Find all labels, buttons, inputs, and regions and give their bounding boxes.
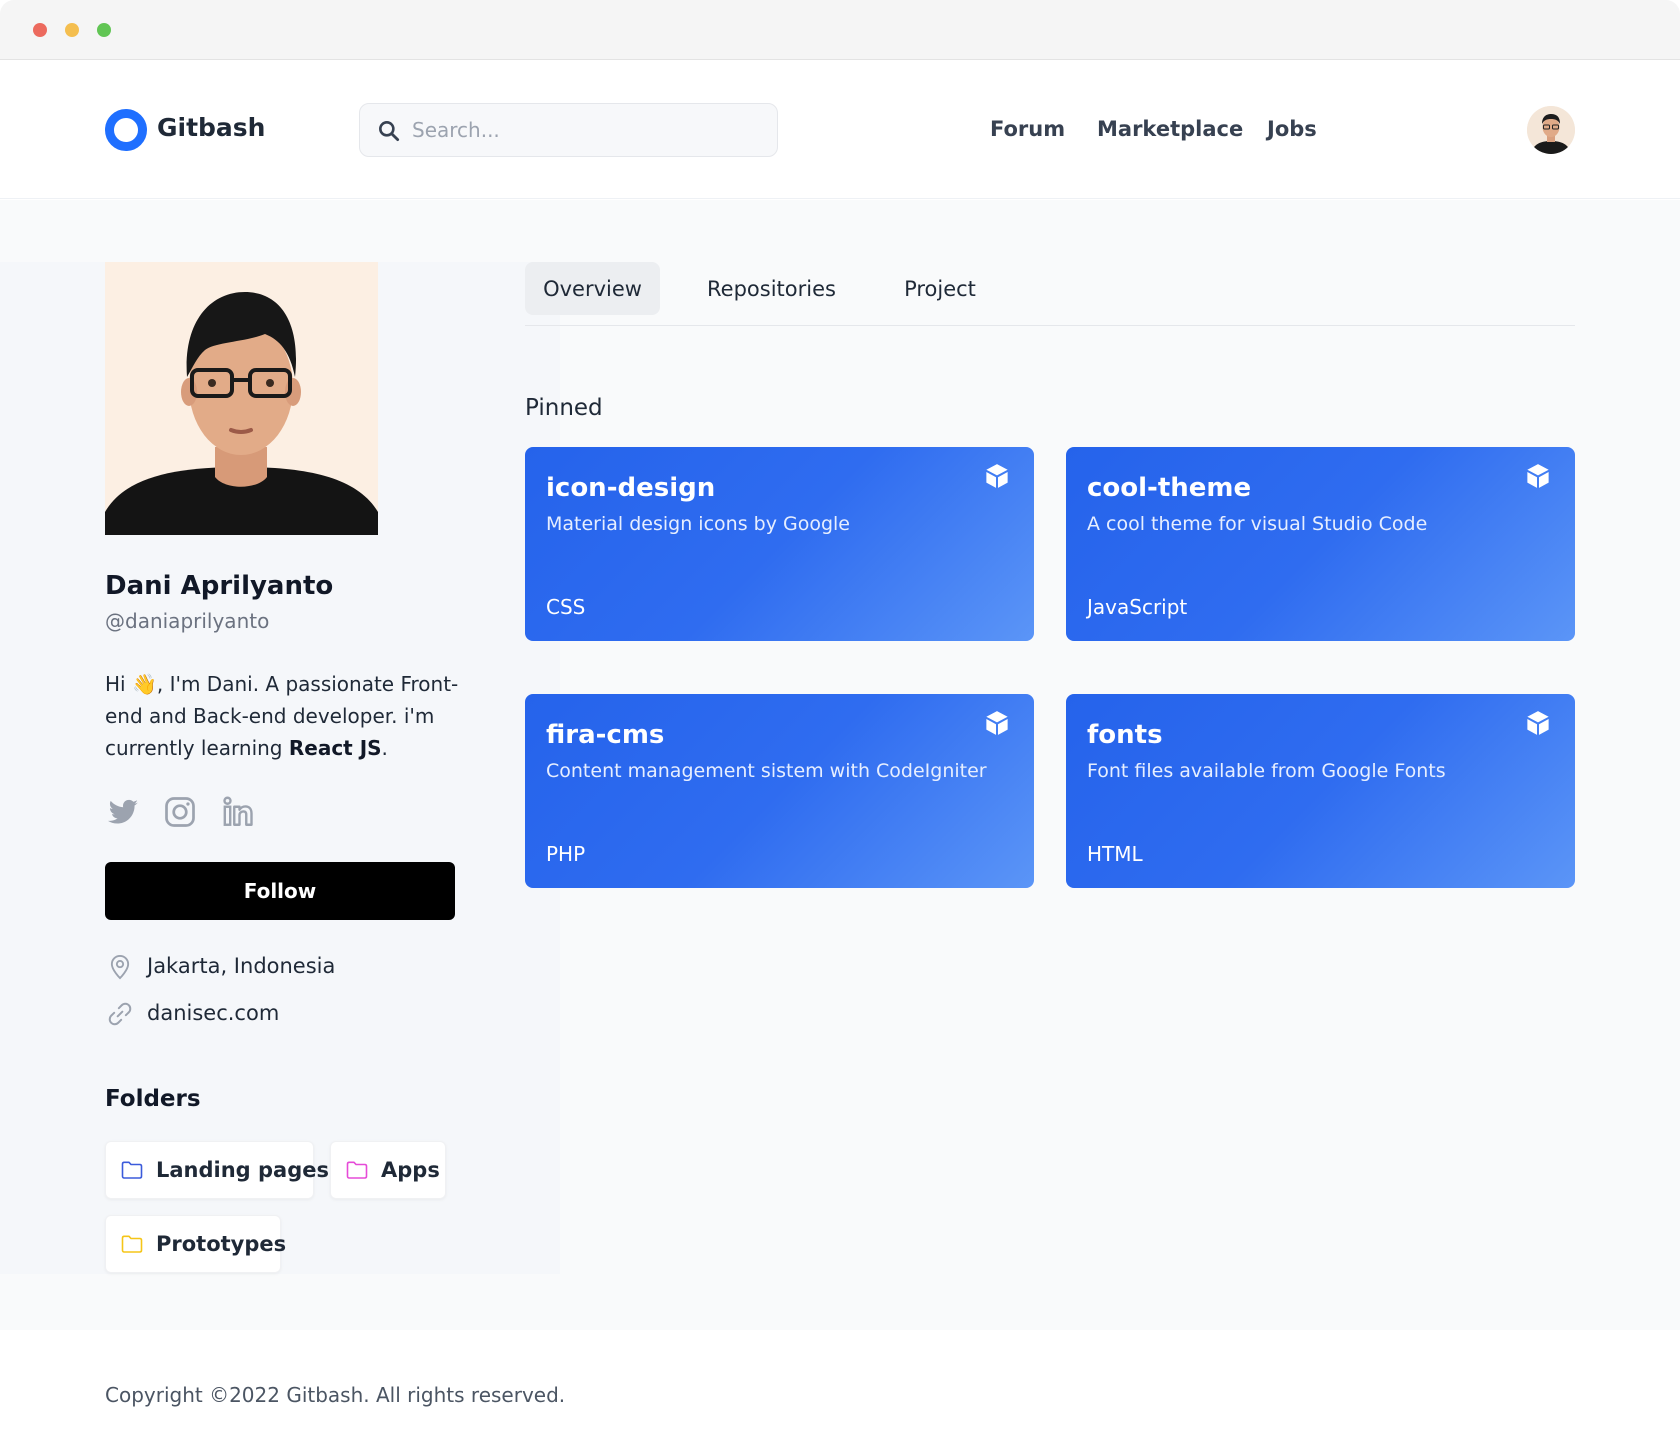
folder-icon [346, 1161, 368, 1179]
repo-name: icon-design [546, 473, 716, 503]
avatar-portrait [1527, 106, 1575, 154]
repo-language: PHP [546, 842, 586, 866]
repo-card-fonts[interactable]: fonts Font files available from Google F… [1066, 694, 1575, 888]
repo-card-cool-theme[interactable]: cool-theme A cool theme for visual Studi… [1066, 447, 1575, 641]
repo-card-icon-design[interactable]: icon-design Material design icons by Goo… [525, 447, 1034, 641]
logo-text[interactable]: Gitbash [157, 113, 265, 142]
tab-project[interactable]: Project [892, 262, 988, 315]
folder-prototypes[interactable]: Prototypes [105, 1215, 286, 1273]
linkedin-icon[interactable] [220, 794, 256, 830]
link-icon [108, 1002, 132, 1026]
repo-description: Content management sistem with CodeIgnit… [546, 760, 987, 782]
repo-name: fira-cms [546, 720, 665, 750]
window-titlebar [0, 0, 1680, 60]
pinned-heading: Pinned [525, 395, 603, 421]
profile-website-link[interactable]: danisec.com [147, 1001, 279, 1025]
repo-description: Font files available from Google Fonts [1087, 760, 1446, 782]
cube-icon [986, 464, 1008, 488]
bio-highlight: React JS [288, 736, 382, 760]
nav-jobs-link[interactable]: Jobs [1267, 117, 1317, 141]
repo-name: fonts [1087, 720, 1163, 750]
repo-language: CSS [546, 595, 586, 619]
bio-text: , I'm Dani. A passionate Front-end and B… [105, 672, 459, 760]
search-box[interactable] [359, 103, 778, 157]
search-icon [379, 121, 400, 142]
close-window-button[interactable] [33, 23, 47, 37]
folder-icon [121, 1235, 143, 1253]
logo-icon[interactable] [105, 109, 147, 151]
profile-location: Jakarta, Indonesia [147, 954, 336, 978]
repo-language: HTML [1087, 842, 1143, 866]
nav-marketplace-link[interactable]: Marketplace [1097, 117, 1243, 141]
repo-description: A cool theme for visual Studio Code [1087, 513, 1428, 535]
folder-label: Prototypes [156, 1232, 287, 1256]
minimize-window-button[interactable] [65, 23, 79, 37]
waving-hand-emoji: 👋 [131, 672, 157, 696]
profile-portrait [105, 262, 378, 535]
footer-copyright: Copyright ©2022 Gitbash. All rights rese… [105, 1383, 566, 1407]
repo-language: JavaScript [1087, 595, 1188, 619]
folder-label: Apps [381, 1158, 440, 1182]
folder-apps[interactable]: Apps [330, 1141, 446, 1199]
folder-landing-pages[interactable]: Landing pages [105, 1141, 329, 1199]
repo-card-fira-cms[interactable]: fira-cms Content management sistem with … [525, 694, 1034, 888]
profile-name: Dani Aprilyanto [105, 571, 334, 601]
profile-handle: @daniaprilyanto [105, 609, 270, 633]
cube-icon [1527, 464, 1549, 488]
tab-overview[interactable]: Overview [525, 262, 660, 315]
repo-description: Material design icons by Google [546, 513, 850, 535]
folder-icon [121, 1161, 143, 1179]
profile-bio: Hi 👋, I'm Dani. A passionate Front-end a… [105, 668, 465, 764]
location-pin-icon [110, 954, 130, 980]
bio-suffix: . [381, 736, 388, 760]
cube-icon [986, 711, 1008, 735]
user-avatar[interactable] [1527, 106, 1575, 154]
search-input[interactable] [412, 112, 762, 148]
maximize-window-button[interactable] [97, 23, 111, 37]
bio-prefix: Hi [105, 672, 132, 696]
instagram-icon[interactable] [162, 794, 198, 830]
profile-photo [105, 262, 378, 535]
folder-label: Landing pages [156, 1158, 330, 1182]
repo-name: cool-theme [1087, 473, 1252, 503]
top-navbar: Gitbash Forum Marketplace Jobs [0, 61, 1680, 199]
twitter-icon[interactable] [105, 794, 141, 830]
tab-repositories[interactable]: Repositories [696, 262, 847, 315]
cube-icon [1527, 711, 1549, 735]
follow-button[interactable]: Follow [105, 862, 455, 920]
tabs-divider [525, 325, 1575, 326]
nav-forum-link[interactable]: Forum [990, 117, 1065, 141]
folders-heading: Folders [105, 1086, 201, 1112]
